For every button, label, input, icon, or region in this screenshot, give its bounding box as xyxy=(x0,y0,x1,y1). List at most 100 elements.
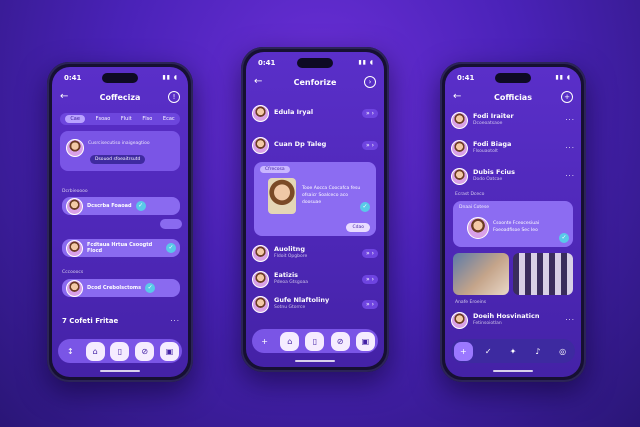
notch xyxy=(102,73,138,83)
home-icon[interactable]: ⌂ xyxy=(280,331,300,351)
more-icon[interactable]: ··· xyxy=(170,317,180,325)
compass-icon[interactable]: ◎ xyxy=(553,342,572,361)
footer-title: 7 Cofeti Fritae xyxy=(62,317,119,325)
action-pill[interactable]: » › xyxy=(362,299,378,309)
section-label: Cccooocs xyxy=(62,270,84,275)
photo-thumbnail[interactable] xyxy=(453,253,509,295)
mic-icon[interactable]: ♪ xyxy=(528,342,547,361)
check-circle-icon[interactable]: ✓ xyxy=(479,342,498,361)
list-item[interactable]: Eatizis Pdeoa Gtsgoaa » › xyxy=(252,270,378,288)
phone-right: 0:41 ▮▮ ◖ ← Cofficias + Fodi Iraiter Dco… xyxy=(440,62,586,382)
signal-icon: ▮▮ ◖ xyxy=(358,59,374,66)
avatar xyxy=(252,136,269,154)
action-pill[interactable]: » › xyxy=(362,140,378,150)
screen-left: 0:41 ▮▮ ◖ ← Coffeciza ! Cae Fsoao Fluit … xyxy=(52,67,188,377)
add-icon[interactable]: + xyxy=(453,341,473,361)
tab-fsoao[interactable]: Fsoao xyxy=(96,116,111,122)
more-icon[interactable]: ··· xyxy=(565,144,575,152)
item-sub: Dodo Oatcae xyxy=(473,177,503,183)
check-icon: ✓ xyxy=(145,283,156,293)
more-icon[interactable]: ··· xyxy=(565,316,575,324)
featured-card[interactable]: Cusrcisecutiso inaigeagtioo Dsouod sfoea… xyxy=(60,131,180,171)
tab-bar: + ⌂ ▯ ⊘ ▣ xyxy=(252,329,378,353)
card-text: Csoonte Fceocesiuai Foeoadfisoe Sec Ieo xyxy=(493,221,540,233)
phone-left: 0:41 ▮▮ ◖ ← Coffeciza ! Cae Fsoao Fluit … xyxy=(47,62,193,382)
card-button[interactable]: Dsouod sfoeaitrsutd xyxy=(90,155,146,164)
list-item[interactable]: Fodi Biaga Flsouaotolt ··· xyxy=(451,139,575,157)
section-label: Ecrast Dceco xyxy=(455,192,485,197)
header: ← Coffeciza ! xyxy=(52,91,188,107)
avatar xyxy=(66,197,83,215)
tab-bar: ↕ ⌂ ▯ ⊘ ▣ xyxy=(58,339,182,363)
header: ← Cofficias + xyxy=(445,91,581,107)
avatar xyxy=(451,167,468,185)
more-icon[interactable]: ··· xyxy=(565,172,575,180)
plus-icon[interactable]: ✦ xyxy=(503,342,522,361)
item-sub: Fldoit Opgbore xyxy=(274,254,308,260)
footer-row: 7 Cofeti Fritae ··· xyxy=(62,317,180,325)
add-icon[interactable]: + xyxy=(255,332,274,351)
list-item[interactable]: Gufe Nlaftoliny Sotnu Gtorrce » › xyxy=(252,295,378,313)
list-item[interactable]: Fodi Iraiter Dcoeoatsaoe ··· xyxy=(451,111,575,129)
save-icon[interactable]: ▣ xyxy=(160,341,180,361)
avatar xyxy=(252,244,269,262)
avatar xyxy=(252,295,269,313)
doc-icon[interactable]: ▯ xyxy=(110,341,130,361)
card-text: Cusrcisecutiso inaigeagtioo xyxy=(88,141,150,146)
check-icon: ✓ xyxy=(166,243,176,253)
tab-fluit[interactable]: Fluit xyxy=(121,116,132,122)
link-icon[interactable]: ⊘ xyxy=(330,331,350,351)
screen-right: 0:41 ▮▮ ◖ ← Cofficias + Fodi Iraiter Dco… xyxy=(445,67,581,377)
list-item[interactable]: Auolitng Fldoit Opgbore » › xyxy=(252,244,378,262)
message-card[interactable]: Dnaai Cotese Csoonte Fceocesiuai Foeoadf… xyxy=(453,201,573,247)
tab-cae[interactable]: Cae xyxy=(65,115,85,123)
item-sub: Dcoeoatsaoe xyxy=(473,121,503,127)
item-name: Dcscrba Foaoad xyxy=(87,203,132,209)
list-item[interactable]: Dubis Fcius Dodo Oatcae ··· xyxy=(451,167,575,185)
link-icon[interactable]: ⊘ xyxy=(135,341,155,361)
list-item[interactable]: Fcdtaua Hrtua Csoogtd Flocd ✓ xyxy=(62,239,180,257)
item-name: Dcod Crebolsctoms xyxy=(87,285,142,291)
item-name: Edula Iryal xyxy=(274,108,314,117)
avatar xyxy=(451,311,468,329)
list-item[interactable]: Dcod Crebolsctoms ✓ xyxy=(62,279,180,297)
toggle[interactable] xyxy=(160,219,182,229)
check-icon: ✓ xyxy=(559,233,569,243)
stats-icon[interactable]: ↕ xyxy=(61,342,80,361)
photo-thumbnail[interactable] xyxy=(513,253,573,295)
notch xyxy=(495,73,531,83)
section-label: Dcrbieoooo xyxy=(62,189,88,194)
card-tag: Dnaai Cotese xyxy=(459,205,490,210)
tab-ecac[interactable]: Ecac xyxy=(163,116,175,122)
menu-icon[interactable]: › xyxy=(364,76,376,88)
action-pill[interactable]: » › xyxy=(362,248,378,258)
avatar xyxy=(451,139,468,157)
screen-center: 0:41 ▮▮ ◖ ← Cenforize › Edula Iryal » › … xyxy=(246,52,384,367)
list-item[interactable]: Cuan Dp Taleg » › xyxy=(252,136,378,154)
status-time: 0:41 xyxy=(258,59,276,67)
list-item[interactable]: Doeih Hosvinaticn Fetinsoiotlan ··· xyxy=(451,311,575,329)
message-card[interactable]: Cfrecosa Tooe Aocca Coocafca fesu ofsaic… xyxy=(254,162,376,236)
more-icon[interactable]: ··· xyxy=(565,116,575,124)
list-item[interactable]: Dcscrba Foaoad ✓ xyxy=(62,197,180,215)
avatar xyxy=(252,104,269,122)
action-pill[interactable]: » › xyxy=(362,274,378,284)
header: ← Cenforize › xyxy=(246,76,384,92)
signal-icon: ▮▮ ◖ xyxy=(555,74,571,81)
card-button[interactable]: Cdao xyxy=(346,223,370,232)
item-sub: Sotnu Gtorrce xyxy=(274,305,306,311)
doc-icon[interactable]: ▯ xyxy=(305,331,325,351)
add-icon[interactable]: + xyxy=(561,91,573,103)
card-tag: Cfrecosa xyxy=(260,166,290,173)
save-icon[interactable]: ▣ xyxy=(355,331,375,351)
item-sub: Flsouaotolt xyxy=(473,149,498,155)
list-item[interactable]: Edula Iryal » › xyxy=(252,104,378,122)
tab-flso[interactable]: Flso xyxy=(142,116,152,122)
avatar xyxy=(66,239,83,257)
home-icon[interactable]: ⌂ xyxy=(85,341,105,361)
status-time: 0:41 xyxy=(457,74,475,82)
info-icon[interactable]: ! xyxy=(168,91,180,103)
home-indicator xyxy=(493,370,533,372)
action-pill[interactable]: » › xyxy=(362,108,378,118)
avatar xyxy=(66,279,83,297)
